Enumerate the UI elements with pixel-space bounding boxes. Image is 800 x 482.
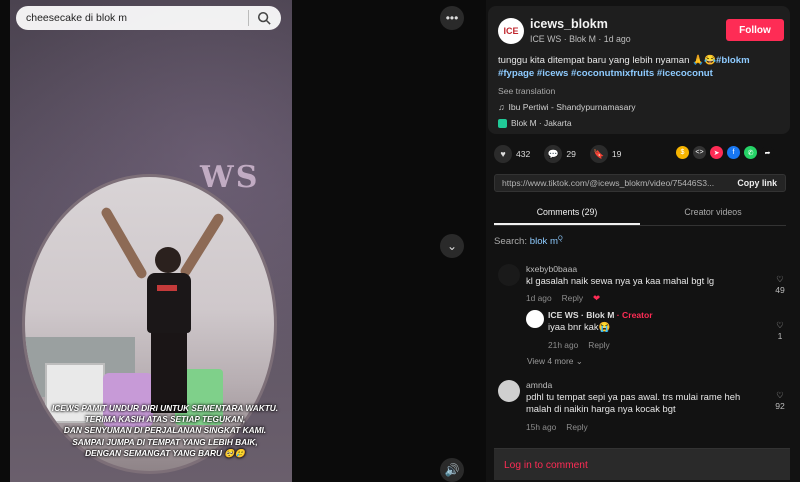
avatar[interactable] [526,310,544,328]
bookmark-icon: 🔖 [589,145,608,163]
tab-creator-videos[interactable]: Creator videos [640,202,786,225]
tab-bar: Comments (29) Creator videos [494,202,786,226]
like-button[interactable]: ♥ 432 [494,145,530,163]
video-player[interactable]: WS ICEWS PAMIT UNDUR DIRI UNTUK SEMENTAR… [10,0,292,482]
heart-icon: ♡ [776,274,784,284]
video-caption: ICEWS PAMIT UNDUR DIRI UNTUK SEMENTARA W… [51,403,279,458]
avatar[interactable] [498,264,520,286]
video-url[interactable]: https://www.tiktok.com/@icews_blokm/vide… [495,178,729,188]
search-bar[interactable]: cheesecake di blok m [16,6,281,30]
comment-text: iyaa bnr kak😭 [548,321,611,332]
wall-sign: WS [200,160,260,195]
comment-author[interactable]: ICE WS · Blok M · Creator [548,310,653,320]
comment-item: amnda pdhl tu tempat sepi ya pas awal. t… [498,380,790,432]
location-pin-icon [498,118,507,128]
person [99,205,226,417]
save-button[interactable]: 🔖 19 [589,145,621,163]
post-description: tunggu kita ditempat baru yang lebih nya… [498,55,750,79]
heart-icon: ♡ [776,390,784,400]
comment-like[interactable]: ♡ 92 [772,390,788,411]
comment-icon: 💬 [544,145,563,163]
link-bar: https://www.tiktok.com/@icews_blokm/vide… [494,174,786,192]
copy-link-button[interactable]: Copy link [729,178,785,188]
facebook-icon[interactable]: f [727,146,740,159]
send-icon[interactable]: ➤ [710,146,723,159]
reply-button[interactable]: Reply [562,293,583,303]
user-subline: ICE WS · Blok M · 1d ago [530,34,631,44]
see-translation-link[interactable]: See translation [498,86,555,96]
embed-icon[interactable]: <> [693,146,706,159]
comment-like[interactable]: ♡ 1 [772,320,788,341]
reply-button[interactable]: Reply [588,340,609,350]
follow-button[interactable]: Follow [726,19,784,41]
music-note-icon: ♫ [498,102,505,112]
coin-icon[interactable]: $ [676,146,689,159]
comment-button[interactable]: 💬 29 [544,145,576,163]
chevron-down-icon: ⌄ [575,356,583,366]
music-row[interactable]: ♫ Ibu Pertiwi - Shandypurnamasary [498,102,636,112]
reply-item: ICE WS · Blok M · Creator iyaa bnr kak😭 … [526,310,790,350]
comment-author[interactable]: kxebyb0baaa [526,264,577,274]
comment-author[interactable]: amnda [526,380,552,390]
comment-like[interactable]: ♡ 49 [772,274,788,295]
creator-like-icon: ❤ [593,293,601,303]
share-icons: $ <> ➤ f ✆ ➦ [676,146,774,159]
comment-item: kxebyb0baaa kl gasalah naik sewa nya ya … [498,264,790,304]
whatsapp-icon[interactable]: ✆ [744,146,757,159]
search-input[interactable]: cheesecake di blok m [26,12,248,24]
volume-icon[interactable]: 🔊 [440,458,464,482]
username[interactable]: icews_blokm [530,17,608,31]
location-row[interactable]: Blok M · Jakarta [498,118,572,128]
search-icon[interactable] [257,11,271,25]
comment-text: kl gasalah naik sewa nya ya kaa mahal bg… [526,275,715,286]
post-card: ICE icews_blokm ICE WS · Blok M · 1d ago… [488,6,790,134]
heart-icon: ♥ [494,145,512,163]
heart-icon: ♡ [776,320,784,330]
view-more-replies[interactable]: View 4 more ⌄ [527,356,583,366]
tab-comments[interactable]: Comments (29) [494,202,640,225]
login-to-comment[interactable]: Log in to comment [494,448,790,480]
reply-button[interactable]: Reply [566,422,587,432]
share-arrow-icon[interactable]: ➦ [761,146,774,159]
chevron-down-icon[interactable]: ⌄ [440,234,464,258]
comment-text: pdhl tu tempat sepi ya pas awal. trs mul… [526,391,741,414]
search-icon: Q [558,236,563,242]
avatar[interactable]: ICE [498,18,524,44]
more-options-icon[interactable]: ••• [440,6,464,30]
comment-search[interactable]: Search: blok mQ [494,236,563,247]
avatar[interactable] [498,380,520,402]
